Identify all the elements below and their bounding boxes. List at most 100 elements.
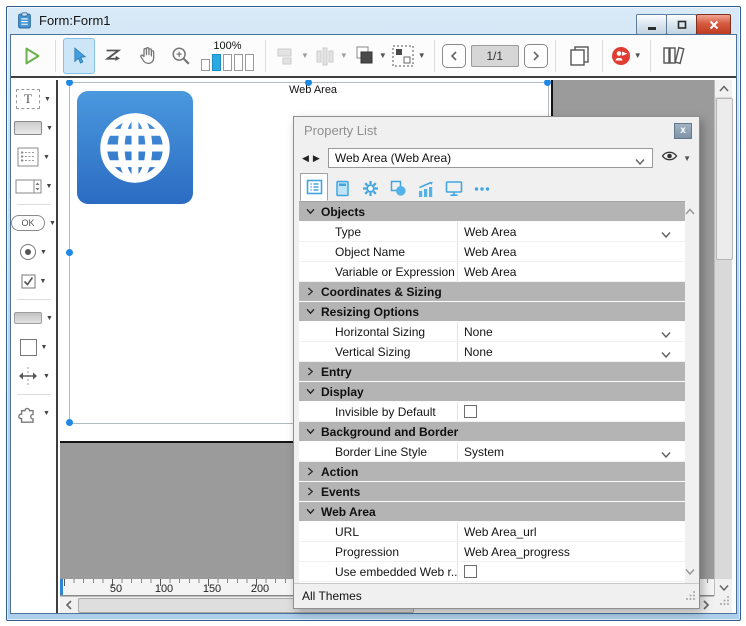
- section-web-area[interactable]: Web Area: [299, 502, 685, 522]
- zoom-level-box-4[interactable]: [234, 54, 243, 71]
- checkbox-use-embedded-web-r[interactable]: [464, 565, 477, 578]
- object-selector-value: Web Area (Web Area): [335, 151, 451, 165]
- zoom-level-box-5[interactable]: [245, 54, 254, 71]
- section-events[interactable]: Events: [299, 482, 685, 502]
- section-resizing-options[interactable]: Resizing Options: [299, 302, 685, 322]
- tab-chart[interactable]: [412, 176, 440, 201]
- run-form-button[interactable]: [16, 38, 48, 74]
- scroll-left-button[interactable]: [60, 597, 77, 613]
- toolbar-separator: [602, 40, 603, 72]
- resize-grip-icon[interactable]: [685, 590, 696, 604]
- chevron-right-icon: [531, 51, 541, 61]
- button-tool[interactable]: OK ▼: [11, 211, 56, 235]
- ruler-tick-label: 50: [110, 583, 122, 595]
- value-variable-or-expression[interactable]: Web Area: [464, 265, 516, 279]
- section-objects[interactable]: Objects: [299, 202, 685, 222]
- value-object-name[interactable]: Web Area: [464, 245, 516, 259]
- web-area-globe-icon[interactable]: [77, 91, 193, 204]
- selection-handle-middle-left[interactable]: [66, 249, 73, 256]
- object-library-button[interactable]: [658, 38, 690, 74]
- toolbar-separator: [434, 40, 435, 72]
- magnifier-icon: [170, 45, 192, 67]
- vertical-scrollbar[interactable]: [714, 80, 732, 596]
- next-page-button[interactable]: [524, 44, 548, 68]
- align-icon: [274, 44, 298, 68]
- pages-icon: [567, 44, 591, 68]
- chevron-right-icon: [305, 367, 315, 376]
- tool-palette: T ▼ ▼ ▼ ▼OK ▼ ▼ ▼ ▼ ▼ ▼ ▼: [11, 80, 58, 613]
- value-url[interactable]: Web Area_url: [464, 525, 537, 539]
- property-label: Use embedded Web r...: [299, 565, 457, 579]
- form-pages-button[interactable]: [563, 38, 595, 74]
- pan-tool-button[interactable]: [131, 38, 163, 74]
- radio-button-tool[interactable]: ▼: [11, 240, 56, 264]
- minimize-button[interactable]: [636, 14, 667, 35]
- scroll-up-button[interactable]: [715, 80, 732, 97]
- tab-appearance[interactable]: [384, 176, 412, 201]
- input-tool-icon: [14, 121, 42, 135]
- views-button[interactable]: ▼: [610, 38, 643, 74]
- close-button[interactable]: [696, 14, 731, 35]
- checkbox-icon: [21, 274, 36, 289]
- tab-settings[interactable]: [356, 176, 384, 201]
- checkbox-tool[interactable]: ▼: [11, 269, 56, 293]
- vertical-scrollbar-thumb[interactable]: [716, 98, 733, 260]
- property-grid-scrollbar[interactable]: [684, 201, 697, 583]
- next-object-button[interactable]: ▶: [313, 153, 322, 164]
- section-action[interactable]: Action: [299, 462, 685, 482]
- selection-handle-bottom-left[interactable]: [66, 419, 73, 426]
- property-grid: Objects Type Web Area Object Name Web Ar…: [299, 201, 685, 583]
- panel-close-button[interactable]: x: [674, 123, 692, 139]
- dropdown-arrow-icon: ▼: [49, 220, 56, 227]
- palette-separator: [17, 299, 51, 300]
- scroll-down-button[interactable]: [685, 563, 695, 581]
- zoom-level-box-2[interactable]: [212, 54, 221, 71]
- tab-object[interactable]: [328, 176, 356, 201]
- distribute-button[interactable]: ▼: [312, 38, 349, 74]
- maximize-button[interactable]: [666, 14, 697, 35]
- combo-box-tool[interactable]: ▼: [11, 174, 56, 198]
- previous-object-button[interactable]: ◀: [302, 153, 311, 164]
- property-label: Object Name: [299, 245, 457, 259]
- zoom-level-box-1[interactable]: [201, 59, 210, 71]
- section-entry[interactable]: Entry: [299, 362, 685, 382]
- tab-property-list[interactable]: [300, 173, 328, 201]
- property-row-progression: Progression Web Area_progress: [299, 542, 685, 562]
- indicator-tool[interactable]: ▼: [11, 306, 56, 330]
- zoom-tool-button[interactable]: [165, 38, 197, 74]
- plugin-area-tool[interactable]: ▼: [11, 401, 56, 425]
- section-display[interactable]: Display: [299, 382, 685, 402]
- group-button[interactable]: ▼: [390, 38, 427, 74]
- value-vertical-sizing[interactable]: None: [464, 345, 493, 359]
- value-border-line-style[interactable]: System: [464, 445, 504, 459]
- chart-icon: [417, 181, 435, 197]
- section-background-and-border[interactable]: Background and Border: [299, 422, 685, 442]
- entry-order-button[interactable]: [97, 38, 129, 74]
- scroll-up-button[interactable]: [685, 203, 695, 221]
- value-type[interactable]: Web Area: [464, 225, 516, 239]
- checkbox-invisible-by-default[interactable]: [464, 405, 477, 418]
- tab-more[interactable]: [468, 176, 496, 201]
- list-box-tool[interactable]: ▼: [11, 145, 56, 169]
- value-horizontal-sizing[interactable]: None: [464, 325, 493, 339]
- pointer-tool-button[interactable]: [63, 38, 95, 74]
- object-selector-dropdown[interactable]: Web Area (Web Area): [328, 148, 653, 168]
- visibility-menu-button[interactable]: ▼: [661, 149, 691, 167]
- level-button[interactable]: ▼: [351, 38, 388, 74]
- zoom-level-box-3[interactable]: [223, 54, 232, 71]
- tab-display[interactable]: [440, 176, 468, 201]
- previous-page-button[interactable]: [442, 44, 466, 68]
- section-coordinates-sizing[interactable]: Coordinates & Sizing: [299, 282, 685, 302]
- page-indicator: 1/1: [471, 45, 519, 67]
- text-tool[interactable]: T ▼: [11, 87, 56, 111]
- align-button[interactable]: ▼: [273, 38, 310, 74]
- input-tool[interactable]: ▼: [11, 116, 56, 140]
- dropdown-arrow-icon: ▼: [340, 51, 348, 60]
- section-label: Background and Border: [321, 425, 458, 439]
- window-controls: [637, 14, 731, 35]
- section-label: Coordinates & Sizing: [321, 285, 442, 299]
- rectangle-tool[interactable]: ▼: [11, 335, 56, 359]
- window-titlebar[interactable]: Form:Form1: [7, 7, 740, 34]
- value-progression[interactable]: Web Area_progress: [464, 545, 570, 559]
- splitter-tool[interactable]: ▼: [11, 364, 56, 388]
